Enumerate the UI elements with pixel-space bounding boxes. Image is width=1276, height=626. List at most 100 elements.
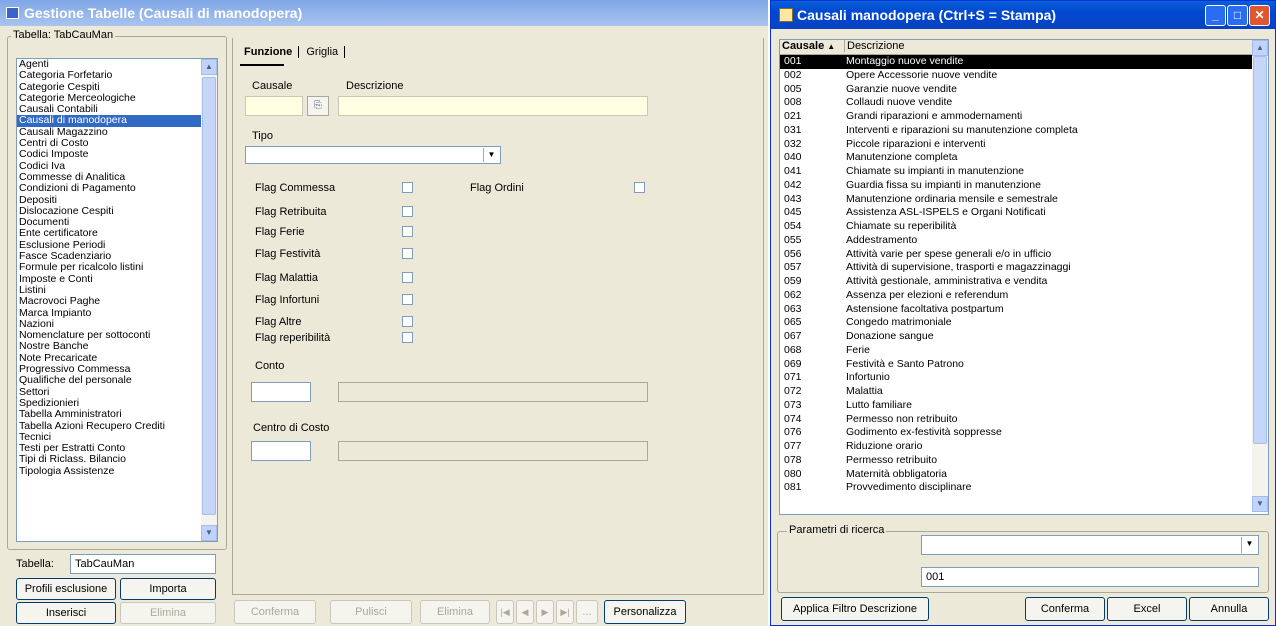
conferma-button[interactable]: Conferma [234,600,316,624]
table-row[interactable]: 054 Chiamate su reperibilità [780,220,1252,234]
table-row[interactable]: 001 Montaggio nuove vendite [780,55,1252,69]
table-list-item[interactable]: Condizioni di Pagamento [17,183,217,194]
grid-scrollbar[interactable]: ▲ ▼ [1252,40,1268,512]
centro-costo-code-field[interactable] [251,441,311,461]
table-list-item[interactable]: Tipologia Assistenze [17,465,217,477]
table-row[interactable]: 067 Donazione sangue [780,330,1252,344]
search-input[interactable]: 001 [921,567,1259,587]
more-button[interactable]: ... [576,600,598,624]
tipo-select[interactable]: ▼ [245,146,501,164]
minimize-icon[interactable]: _ [1205,5,1226,26]
table-row[interactable]: 078 Permesso retribuito [780,454,1252,468]
causali-grid[interactable]: Causale ▲ Descrizione 001 Montaggio nuove… [779,39,1269,515]
scroll-thumb[interactable] [202,77,216,515]
tabella-field[interactable]: TabCauMan [70,554,216,574]
table-list-item[interactable]: Categoria Forfetario [17,70,217,81]
table-row[interactable]: 031 Interventi e riparazioni su manutenzi… [780,124,1252,138]
profili-esclusione-button[interactable]: Profili esclusione [16,578,116,600]
table-row[interactable]: 076 Godimento ex-festività soppresse [780,426,1252,440]
first-record-icon[interactable]: |◀ [496,600,514,624]
search-chevron-down-icon[interactable]: ▼ [1241,537,1257,553]
close-icon[interactable]: ✕ [1249,5,1270,26]
applica-filtro-button[interactable]: Applica Filtro Descrizione [781,597,929,621]
table-row[interactable]: 055 Addestramento [780,234,1252,248]
table-row[interactable]: 069 Festività e Santo Patrono [780,358,1252,372]
tab-griglia[interactable]: Griglia [302,46,346,58]
table-row[interactable]: 073 Lutto familiare [780,399,1252,413]
maximize-icon[interactable]: □ [1227,5,1248,26]
personalizza-button[interactable]: Personalizza [604,600,686,624]
row-description: Attività gestionale, amministrativa e ve… [846,275,1048,287]
flag-festivita-checkbox[interactable] [402,248,413,259]
descrizione-field[interactable] [338,96,648,116]
importa-button[interactable]: Importa [120,578,216,600]
last-record-icon[interactable]: ▶| [556,600,574,624]
flag-altre-checkbox[interactable] [402,316,413,327]
table-listbox[interactable]: Agenti Categoria Forfetario Categorie Cesp… [16,58,218,542]
causale-field[interactable] [245,96,303,116]
grid-scroll-down-icon[interactable]: ▼ [1252,496,1268,512]
table-row[interactable]: 045 Assistenza ASL-ISPELS e Organi Notifi… [780,206,1252,220]
table-list-item[interactable]: Tabella Amministratori [17,409,217,420]
table-list-scrollbar[interactable]: ▲ ▼ [201,59,217,541]
table-row[interactable]: 043 Manutenzione ordinaria mensile e seme… [780,193,1252,207]
scroll-down-icon[interactable]: ▼ [201,525,217,541]
table-row[interactable]: 041 Chiamate su impianti in manutenzione [780,165,1252,179]
col-descrizione-header[interactable]: Descrizione [844,40,904,52]
table-list-item[interactable]: Codici Imposte [17,149,217,160]
table-row[interactable]: 072 Malattia [780,385,1252,399]
table-row[interactable]: 042 Guardia fissa su impianti in manutenz… [780,179,1252,193]
conferma-right-button[interactable]: Conferma [1025,597,1105,621]
flag-reperibilita-checkbox[interactable] [402,332,413,343]
table-row[interactable]: 081 Provvedimento disciplinare [780,481,1252,495]
flag-retribuita-checkbox[interactable] [402,206,413,217]
table-row[interactable]: 056 Attività varie per spese generali e/o… [780,248,1252,262]
table-list-item[interactable]: Qualifiche del personale [17,375,217,386]
conto-code-field[interactable] [251,382,311,402]
table-row[interactable]: 062 Assenza per elezioni e referendum [780,289,1252,303]
grid-scroll-up-icon[interactable]: ▲ [1252,40,1268,56]
flag-infortuni-checkbox[interactable] [402,294,413,305]
inserisci-button[interactable]: Inserisci [16,602,116,624]
table-row[interactable]: 040 Manutenzione completa [780,151,1252,165]
flag-commessa-checkbox[interactable] [402,182,413,193]
table-row[interactable]: 057 Attività di supervisione, trasporti e… [780,261,1252,275]
table-row[interactable]: 002 Opere Accessorie nuove vendite [780,69,1252,83]
table-row[interactable]: 071 Infortunio [780,371,1252,385]
table-list-item[interactable]: Formule per ricalcolo listini [17,262,217,273]
flag-malattia-checkbox[interactable] [402,272,413,283]
row-code: 063 [784,302,802,315]
table-row[interactable]: 032 Piccole riparazioni e interventi [780,138,1252,152]
flag-ordini-checkbox[interactable] [634,182,645,193]
search-select[interactable]: ▼ [921,535,1259,555]
flag-ferie-checkbox[interactable] [402,226,413,237]
table-list-item[interactable]: Macrovoci Paghe [17,296,217,307]
row-description: Garanzie nuove vendite [846,82,957,95]
excel-button[interactable]: Excel [1107,597,1187,621]
table-row[interactable]: 021 Grandi riparazioni e ammodernamenti [780,110,1252,124]
table-row[interactable]: 005 Garanzie nuove vendite [780,83,1252,97]
table-row[interactable]: 080 Maternità obbligatoria [780,468,1252,482]
col-causale-header[interactable]: Causale ▲ [782,40,835,52]
pulisci-button[interactable]: Pulisci [330,600,412,624]
table-list-item[interactable]: Imposte e Conti [17,273,217,285]
table-row[interactable]: 059 Attività gestionale, amministrativa e… [780,275,1252,289]
copy-icon[interactable]: ⎘ [307,96,329,116]
flag-infortuni-label: Flag Infortuni [255,294,320,306]
tab-funzione[interactable]: Funzione [240,46,300,58]
next-record-icon[interactable]: ▶ [536,600,554,624]
table-row[interactable]: 074 Permesso non retribuito [780,413,1252,427]
elimina-button[interactable]: Elimina [120,602,216,624]
elimina-record-button[interactable]: Elimina [420,600,490,624]
table-row[interactable]: 063 Astensione facoltativa postpartum [780,303,1252,317]
table-row[interactable]: 008 Collaudi nuove vendite [780,96,1252,110]
annulla-button[interactable]: Annulla [1189,597,1269,621]
prev-record-icon[interactable]: ◀ [516,600,534,624]
table-row[interactable]: 065 Congedo matrimoniale [780,316,1252,330]
table-row[interactable]: 068 Ferie [780,344,1252,358]
table-list-item[interactable]: Tipi di Riclass. Bilancio [17,454,217,465]
scroll-up-icon[interactable]: ▲ [201,59,217,75]
table-row[interactable]: 077 Riduzione orario [780,440,1252,454]
grid-scroll-thumb[interactable] [1253,56,1267,444]
chevron-down-icon[interactable]: ▼ [483,148,499,162]
